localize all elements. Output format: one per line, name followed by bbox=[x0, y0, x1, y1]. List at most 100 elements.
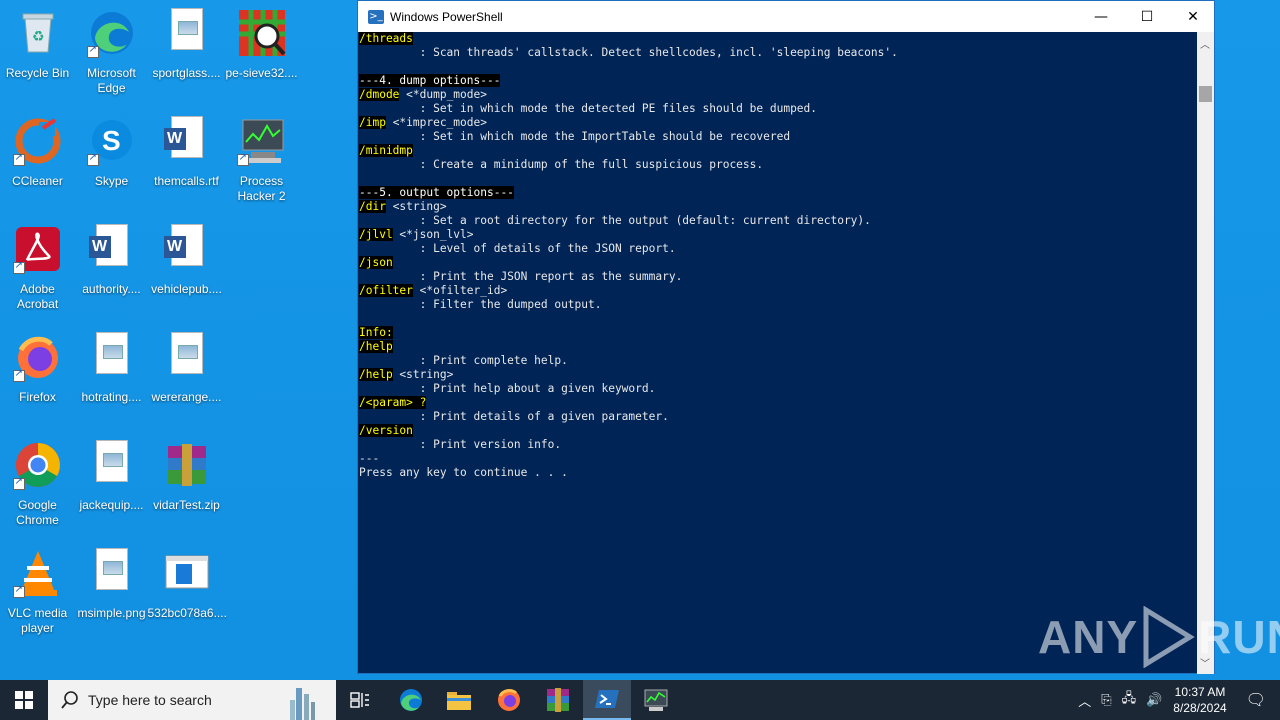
start-button[interactable] bbox=[0, 680, 48, 720]
taskbar-firefox[interactable] bbox=[485, 680, 533, 720]
desktop-icon-recycle-bin[interactable]: ♻ Recycle Bin bbox=[0, 4, 75, 109]
vertical-scrollbar[interactable]: ︿ ﹀ bbox=[1197, 32, 1214, 674]
desktop-icon-vidartest-zip[interactable]: vidarTest.zip bbox=[149, 436, 224, 541]
desktop-icon-themcalls[interactable]: W themcalls.rtf bbox=[149, 112, 224, 217]
console-text: : Print version info. bbox=[359, 438, 562, 451]
console-text: : Print complete help. bbox=[359, 354, 568, 367]
desktop-icon-label: Process Hacker 2 bbox=[237, 174, 286, 203]
console-text: <*json_lvl> bbox=[392, 228, 474, 241]
console-highlight: /imp bbox=[359, 116, 386, 129]
console-highlight: /version bbox=[359, 424, 413, 437]
pe-sieve-icon bbox=[237, 8, 287, 58]
scroll-up-icon[interactable]: ︿ bbox=[1200, 36, 1210, 51]
console-line: : Print version info. bbox=[359, 438, 1198, 452]
desktop-icon-vehiclepub[interactable]: W vehiclepub.... bbox=[149, 220, 224, 325]
desktop-icon-label: VLC media player bbox=[7, 606, 68, 635]
maximize-button[interactable]: ☐ bbox=[1124, 1, 1170, 32]
desktop-icon-sportglass[interactable]: sportglass.... bbox=[149, 4, 224, 109]
console-highlight: Info: bbox=[359, 326, 393, 339]
desktop-icon-ccleaner[interactable]: CCleaner bbox=[0, 112, 75, 217]
search-placeholder: Type here to search bbox=[88, 692, 212, 708]
taskbar-file-explorer[interactable] bbox=[435, 680, 483, 720]
console-line: /imp <*imprec_mode> bbox=[359, 116, 1198, 130]
acrobat-icon bbox=[12, 224, 63, 274]
desktop-icon-hotrating[interactable]: hotrating.... bbox=[74, 328, 149, 433]
desktop-icon-microsoft-edge[interactable]: Microsoft Edge bbox=[74, 4, 149, 109]
volume-icon[interactable]: 🔊 bbox=[1146, 692, 1162, 708]
console-output[interactable]: /threads : Scan threads' callstack. Dete… bbox=[358, 32, 1198, 674]
desktop-icon-pe-sieve32[interactable]: pe-sieve32.... bbox=[224, 4, 299, 109]
generic-file-icon bbox=[162, 548, 212, 598]
console-line: : Print the JSON report as the summary. bbox=[359, 270, 1198, 284]
minimize-button[interactable]: — bbox=[1078, 1, 1124, 32]
desktop-icon-label: wererange.... bbox=[151, 390, 222, 404]
firefox-icon bbox=[12, 332, 63, 382]
desktop-icon-process-hacker[interactable]: Process Hacker 2 bbox=[224, 112, 299, 217]
console-highlight: ---5. output options--- bbox=[359, 186, 514, 199]
word-doc-icon: W bbox=[162, 116, 212, 166]
powershell-icon bbox=[595, 690, 619, 708]
desktop-icon-532bc078a6[interactable]: 532bc078a6.... bbox=[148, 544, 227, 649]
network-icon[interactable]: 🖧 bbox=[1122, 689, 1137, 711]
desktop-icon-firefox[interactable]: Firefox bbox=[0, 328, 75, 433]
desktop-icon-label: CCleaner bbox=[12, 174, 63, 188]
console-line: /dir <string> bbox=[359, 200, 1198, 214]
console-highlight: /<param> ? bbox=[359, 396, 427, 409]
desktop-icon-adobe-acrobat[interactable]: Adobe Acrobat bbox=[0, 220, 75, 325]
taskbar-edge[interactable] bbox=[387, 680, 435, 720]
desktop-icon-label: Recycle Bin bbox=[5, 66, 70, 80]
notifications-icon[interactable]: 🗨 bbox=[1246, 690, 1266, 710]
desktop-icon-label: Microsoft Edge bbox=[87, 66, 136, 95]
desktop-icon-label: vidarTest.zip bbox=[153, 498, 220, 512]
taskbar-process-hacker[interactable] bbox=[632, 680, 680, 720]
recycle-bin-icon: ♻ bbox=[13, 8, 63, 58]
console-line: /json bbox=[359, 256, 1198, 270]
console-text: : Filter the dumped output. bbox=[359, 298, 602, 311]
desktop-icon-wererange[interactable]: wererange.... bbox=[149, 328, 224, 433]
console-line: /version bbox=[359, 424, 1198, 438]
clock[interactable]: 10:37 AM 8/28/2024 bbox=[1173, 684, 1226, 716]
desktop-icon-vlc[interactable]: VLC media player bbox=[0, 544, 75, 649]
console-line: Press any key to continue . . . bbox=[359, 466, 1198, 480]
skype-icon: S bbox=[86, 116, 137, 166]
desktop-icon-label: jackequip.... bbox=[79, 498, 144, 512]
edge-icon bbox=[86, 8, 137, 58]
window-titlebar[interactable]: >_ Windows PowerShell — ☐ ✕ bbox=[358, 1, 1214, 32]
desktop-icon-label: authority.... bbox=[82, 282, 141, 296]
console-text: Press any key to continue . . . bbox=[359, 466, 568, 479]
console-text: <string> bbox=[385, 200, 447, 213]
powershell-icon: >_ bbox=[368, 9, 384, 24]
powershell-window[interactable]: >_ Windows PowerShell — ☐ ✕ /threads : S… bbox=[357, 0, 1215, 674]
taskbar-winrar[interactable] bbox=[534, 680, 582, 720]
winrar-icon bbox=[547, 688, 569, 712]
word-doc-icon: W bbox=[162, 224, 212, 274]
console-line: /ofilter <*ofilter_id> bbox=[359, 284, 1198, 298]
desktop-icon-label: Firefox bbox=[19, 390, 56, 404]
console-line: /threads bbox=[359, 32, 1198, 46]
desktop-icon-skype[interactable]: S Skype bbox=[74, 112, 149, 217]
console-highlight: /ofilter bbox=[359, 284, 413, 297]
console-line: ---5. output options--- bbox=[359, 186, 1198, 200]
search-highlight-image bbox=[290, 688, 315, 720]
close-button[interactable]: ✕ bbox=[1170, 1, 1216, 32]
console-line: : Scan threads' callstack. Detect shellc… bbox=[359, 46, 1198, 60]
windows-logo-icon bbox=[15, 691, 33, 709]
desktop-icon-google-chrome[interactable]: Google Chrome bbox=[0, 436, 75, 541]
desktop-icon-jackequip[interactable]: jackequip.... bbox=[74, 436, 149, 541]
desktop-icon-authority[interactable]: W authority.... bbox=[74, 220, 149, 325]
taskbar-powershell[interactable] bbox=[583, 680, 631, 720]
console-highlight: /dir bbox=[359, 200, 386, 213]
desktop-icon-msimple[interactable]: msimple.png bbox=[74, 544, 149, 649]
taskbar-task-view[interactable] bbox=[336, 680, 384, 720]
taskbar-search-box[interactable]: Type here to search bbox=[48, 680, 336, 720]
chevron-up-icon[interactable]: ︿ bbox=[1078, 691, 1091, 710]
image-file-icon bbox=[162, 8, 212, 58]
console-line: /help <string> bbox=[359, 368, 1198, 382]
system-tray: ︿ ⎘ 🖧 🔊 10:37 AM 8/28/2024 🗨 bbox=[1073, 680, 1280, 720]
watermark-text-2: RUN bbox=[1198, 611, 1280, 663]
usb-device-icon[interactable]: ⎘ bbox=[1101, 692, 1111, 708]
console-line: : Set in which mode the ImportTable shou… bbox=[359, 130, 1198, 144]
console-text: : Create a minidump of the full suspicio… bbox=[359, 158, 764, 171]
scroll-thumb[interactable] bbox=[1199, 86, 1212, 102]
